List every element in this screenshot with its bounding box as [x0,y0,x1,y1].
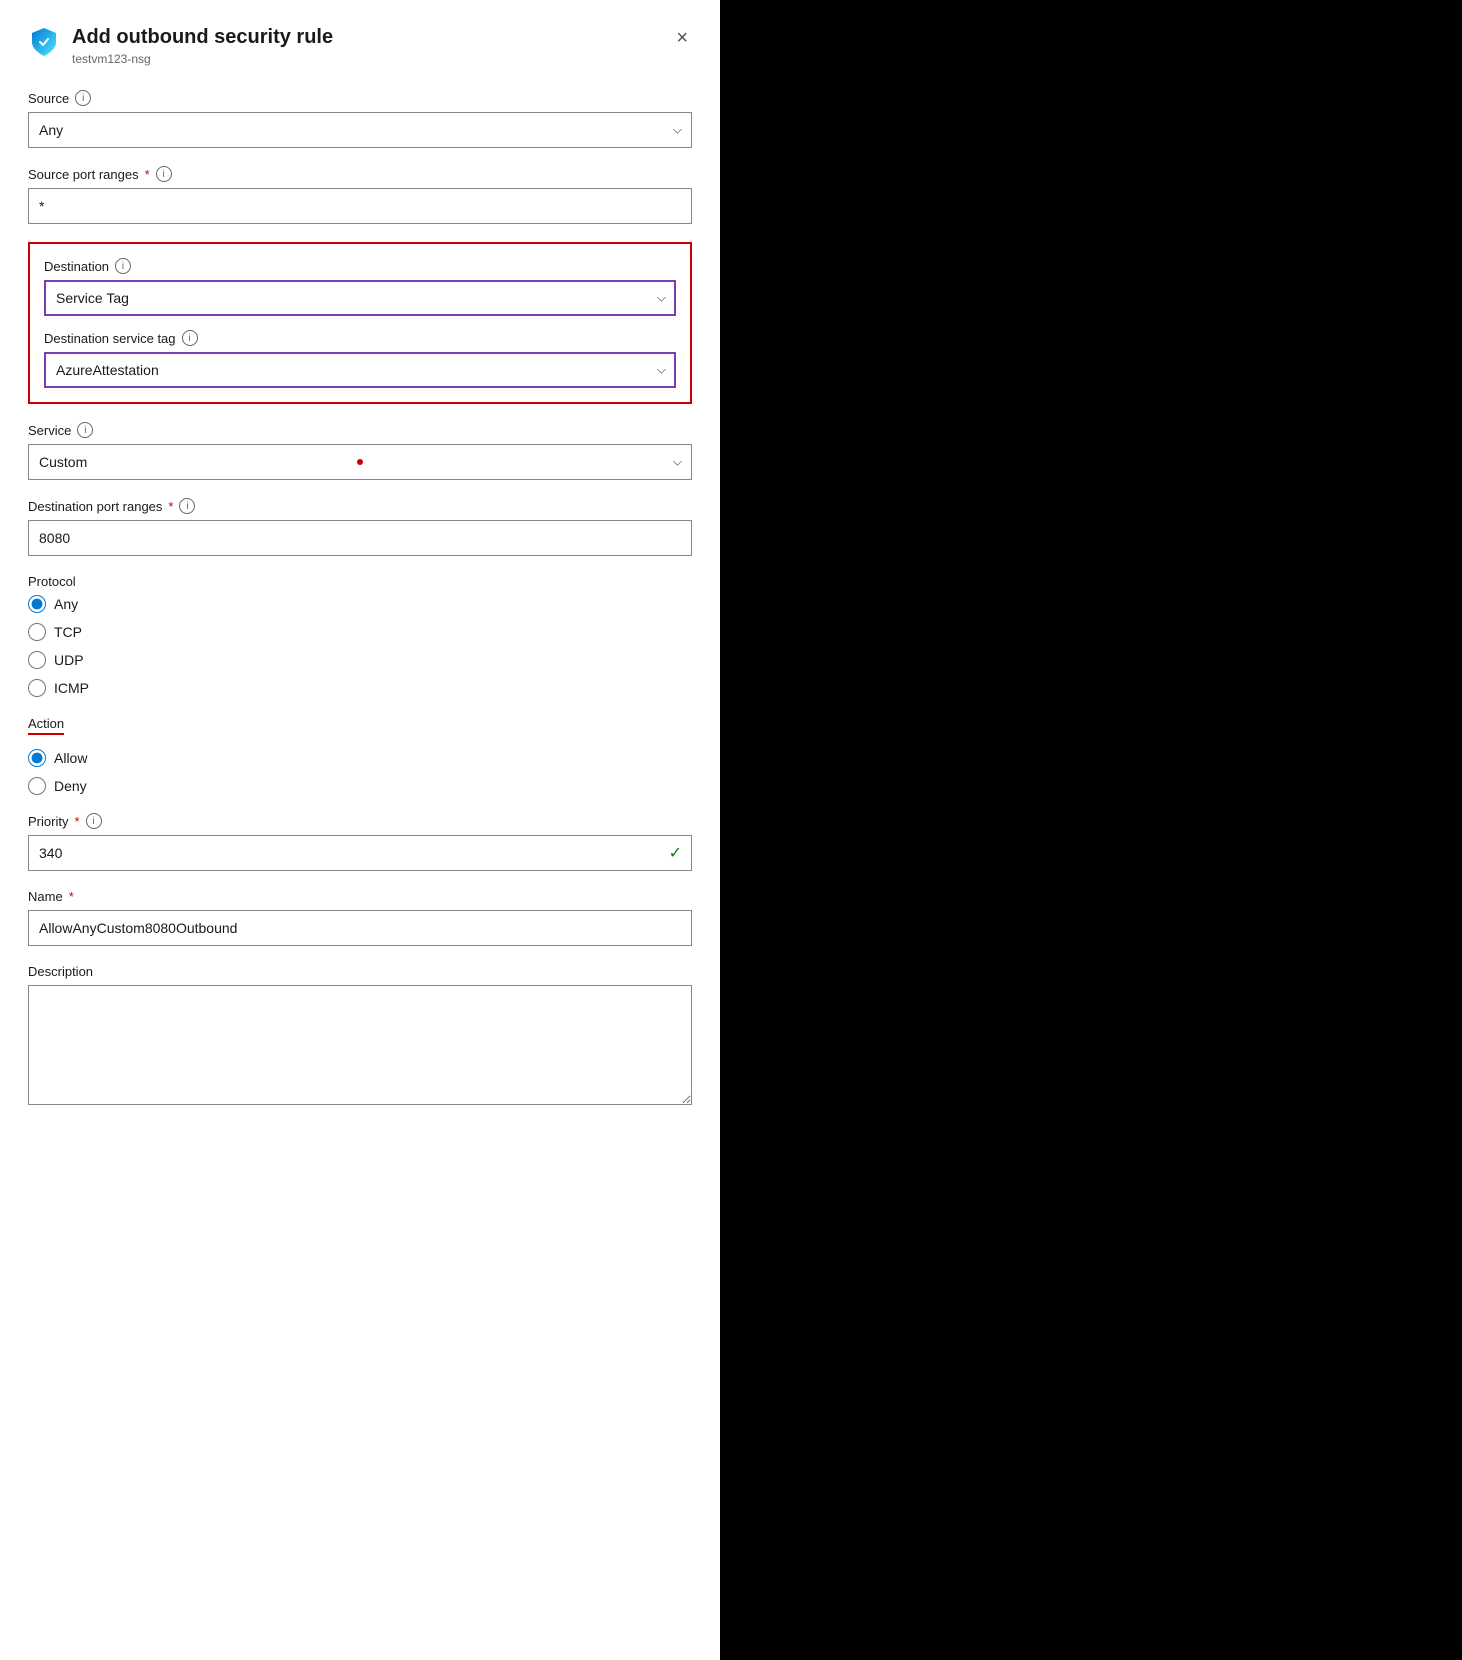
action-allow-option[interactable]: Allow [28,749,692,767]
priority-required-mark: * [74,814,79,829]
source-port-ranges-input[interactable] [28,188,692,224]
priority-info-icon[interactable]: i [86,813,102,829]
destination-service-tag-info-icon[interactable]: i [182,330,198,346]
action-label: Action [28,716,64,735]
protocol-icmp-label: ICMP [54,680,89,696]
protocol-label: Protocol [28,574,692,589]
action-deny-label: Deny [54,778,87,794]
protocol-tcp-label: TCP [54,624,82,640]
action-section: Action Allow Deny [28,715,692,795]
destination-select-wrapper: Any Service Tag IP Addresses My IP addre… [44,280,676,316]
source-select-wrapper: Any IP Addresses Service Tag My IP addre… [28,112,692,148]
action-allow-label: Allow [54,750,87,766]
destination-port-ranges-group: Destination port ranges * i [28,498,692,556]
name-input[interactable] [28,910,692,946]
destination-label: Destination i [44,258,676,274]
right-side-panel [720,0,1462,1660]
destination-box: Destination i Any Service Tag IP Address… [28,242,692,404]
source-label: Source i [28,90,692,106]
description-label: Description [28,964,692,979]
name-group: Name * [28,889,692,946]
action-allow-radio[interactable] [28,749,46,767]
destination-port-ranges-input[interactable] [28,520,692,556]
protocol-any-label: Any [54,596,78,612]
panel-title: Add outbound security rule [72,24,333,50]
protocol-group: Protocol Any TCP UDP ICMP [28,574,692,697]
priority-input-wrapper: ✓ [28,835,692,871]
destination-service-tag-group: Destination service tag i AzureAttestati… [44,330,676,388]
protocol-udp-option[interactable]: UDP [28,651,692,669]
service-label: Service i [28,422,692,438]
description-textarea[interactable] [28,985,692,1105]
service-group: Service i Custom HTTP HTTPS SSH RDP ⌵ [28,422,692,480]
description-group: Description [28,964,692,1108]
priority-label: Priority * i [28,813,692,829]
destination-info-icon[interactable]: i [115,258,131,274]
action-deny-option[interactable]: Deny [28,777,692,795]
destination-port-ranges-label: Destination port ranges * i [28,498,692,514]
source-select[interactable]: Any IP Addresses Service Tag My IP addre… [28,112,692,148]
destination-service-tag-select-wrapper: AzureAttestation AzureCloud Internet Vir… [44,352,676,388]
protocol-any-option[interactable]: Any [28,595,692,613]
destination-port-required-mark: * [168,499,173,514]
source-port-ranges-group: Source port ranges * i [28,166,692,224]
destination-select[interactable]: Any Service Tag IP Addresses My IP addre… [44,280,676,316]
source-group: Source i Any IP Addresses Service Tag My… [28,90,692,148]
azure-shield-icon [28,26,60,58]
name-label: Name * [28,889,692,904]
priority-check-icon: ✓ [669,843,682,863]
service-info-icon[interactable]: i [77,422,93,438]
service-select[interactable]: Custom HTTP HTTPS SSH RDP [28,444,692,480]
service-select-wrapper: Custom HTTP HTTPS SSH RDP ⌵ [28,444,692,480]
action-deny-radio[interactable] [28,777,46,795]
title-group: Add outbound security rule testvm123-nsg [28,24,333,66]
destination-port-info-icon[interactable]: i [179,498,195,514]
name-required-mark: * [69,889,74,904]
destination-service-tag-select[interactable]: AzureAttestation AzureCloud Internet Vir… [44,352,676,388]
protocol-icmp-radio[interactable] [28,679,46,697]
security-rule-panel: Add outbound security rule testvm123-nsg… [0,0,720,1660]
destination-service-tag-label: Destination service tag i [44,330,676,346]
priority-input[interactable] [28,835,692,871]
source-port-ranges-label: Source port ranges * i [28,166,692,182]
panel-subtitle: testvm123-nsg [72,52,333,66]
protocol-icmp-option[interactable]: ICMP [28,679,692,697]
protocol-udp-radio[interactable] [28,651,46,669]
source-port-info-icon[interactable]: i [156,166,172,182]
source-port-required-mark: * [145,167,150,182]
close-button[interactable]: × [672,24,692,52]
priority-group: Priority * i ✓ [28,813,692,871]
source-info-icon[interactable]: i [75,90,91,106]
protocol-tcp-radio[interactable] [28,623,46,641]
protocol-tcp-option[interactable]: TCP [28,623,692,641]
protocol-udp-label: UDP [54,652,84,668]
destination-group: Destination i Any Service Tag IP Address… [44,258,676,316]
title-text: Add outbound security rule testvm123-nsg [72,24,333,66]
panel-header: Add outbound security rule testvm123-nsg… [28,24,692,66]
protocol-any-radio[interactable] [28,595,46,613]
